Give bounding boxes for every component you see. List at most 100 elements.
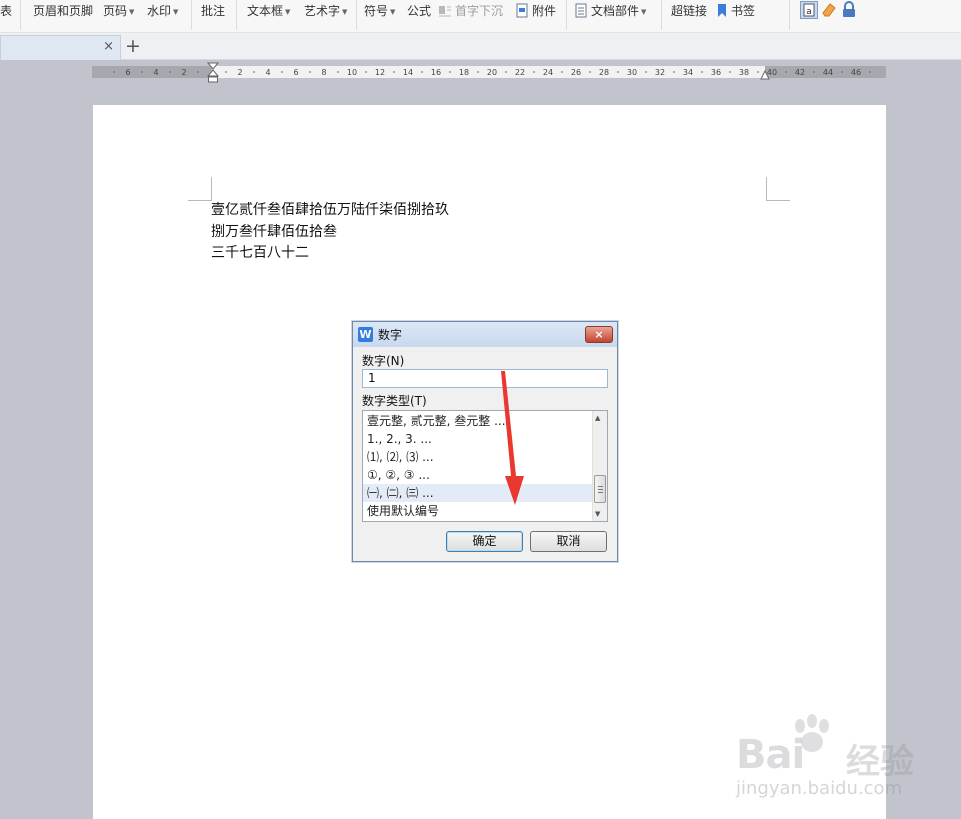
formula-button[interactable]: 公式 (407, 0, 431, 22)
document-line[interactable]: 壹亿贰仟叁佰肆拾伍万陆仟柒佰捌拾玖 (211, 199, 449, 221)
ribbon-toolbar: 表 页眉和页脚 页码 ▼ 水印 ▼ 批注 文本框 ▼ 艺术字 ▼ 符号 ▼ 公式 首字下沉… (0, 0, 961, 33)
separator (566, 0, 567, 30)
separator (661, 0, 662, 30)
dropdown-caret-icon: ▼ (173, 8, 179, 16)
document-line[interactable]: 三千七百八十二 (211, 242, 309, 264)
dropdown-caret-icon: ▼ (285, 8, 291, 16)
number-input[interactable]: 1 (362, 369, 608, 388)
margin-corner-mark (766, 177, 790, 201)
ruler-label: 18 (459, 68, 469, 77)
ruler-label: 36 (711, 68, 721, 77)
cancel-button[interactable]: 取消 (530, 531, 607, 552)
ruler-label: 6 (293, 68, 298, 77)
document-tab[interactable]: × (0, 35, 121, 60)
header-footer-button[interactable]: 页眉和页脚 (33, 0, 93, 22)
drop-cap-icon (439, 6, 451, 17)
watermark-url: jingyan.baidu.com (736, 778, 903, 799)
right-indent-marker-icon[interactable] (760, 68, 770, 80)
dialog-title-bar[interactable]: W 数字 × (353, 322, 617, 347)
ruler-label: 12 (375, 68, 385, 77)
watermark-brand-cn: 经验 (846, 742, 914, 782)
ruler-label: 8 (321, 68, 326, 77)
number-type-label: 数字类型(T) (362, 394, 427, 408)
ruler-label: 2 (237, 68, 242, 77)
dropdown-caret-icon: ▼ (641, 8, 647, 16)
attachment-button[interactable]: 附件 (515, 0, 556, 22)
separator (789, 0, 790, 30)
ruler-label: 42 (795, 68, 805, 77)
ruler-label: 30 (627, 68, 637, 77)
svg-text:a: a (806, 7, 812, 17)
margin-corner-mark (188, 177, 212, 201)
ruler-label: 4 (265, 68, 270, 77)
eraser-button[interactable] (821, 1, 837, 23)
ruler-label: 20 (487, 68, 497, 77)
list-item[interactable]: ⑴, ⑵, ⑶ ... (363, 448, 592, 466)
separator (191, 0, 192, 30)
new-tab-button[interactable]: + (125, 35, 141, 57)
dialog-title: 数字 (378, 328, 403, 342)
ruler-label: 32 (655, 68, 665, 77)
dialog-close-button[interactable]: × (585, 326, 613, 343)
eraser-icon (822, 3, 836, 17)
number-dialog: W 数字 × 数字(N) 1 数字类型(T) 壹元整, 贰元整, 叁元整 ...… (352, 321, 618, 562)
number-type-list[interactable]: 壹元整, 贰元整, 叁元整 ... 1., 2., 3. ... ⑴, ⑵, ⑶… (362, 410, 608, 522)
textbox-button[interactable]: 文本框 ▼ (247, 0, 290, 22)
ruler-label: 26 (571, 68, 581, 77)
dropdown-caret-icon: ▼ (342, 8, 348, 16)
ruler-label: 24 (543, 68, 553, 77)
page-number-button[interactable]: 页码 ▼ (103, 0, 134, 22)
ruler-label: 4 (153, 68, 158, 77)
comment-button[interactable]: 批注 (201, 0, 225, 22)
ruler-label: 28 (599, 68, 609, 77)
wps-logo-icon: W (358, 327, 373, 342)
ruler-label: 10 (347, 68, 357, 77)
scroll-thumb[interactable] (594, 475, 606, 503)
scroll-up-icon[interactable]: ▲ (595, 414, 600, 422)
list-item-selected[interactable]: ㈠, ㈡, ㈢ ... (363, 484, 592, 502)
watermark-button[interactable]: 水印 ▼ (147, 0, 178, 22)
separator (20, 0, 21, 30)
list-item[interactable]: 壹元整, 贰元整, 叁元整 ... (363, 412, 592, 430)
ruler-label: 34 (683, 68, 693, 77)
bookmark-icon (718, 4, 726, 17)
dropdown-caret-icon: ▼ (129, 8, 135, 16)
document-tab-strip: × (0, 33, 961, 60)
form-field-icon: a (800, 1, 818, 19)
form-field-button[interactable]: a (800, 1, 818, 23)
hyperlink-button[interactable]: 超链接 (671, 0, 707, 22)
list-scrollbar[interactable]: ▲ ▼ (592, 411, 607, 521)
symbol-button[interactable]: 符号 ▼ (364, 0, 395, 22)
ok-button[interactable]: 确定 (446, 531, 523, 552)
document-line[interactable]: 捌万叁仟肆佰伍拾叁 (211, 221, 337, 243)
ruler-label: 16 (431, 68, 441, 77)
ruler-label: 46 (851, 68, 861, 77)
bookmark-button[interactable]: 书签 (716, 0, 755, 22)
indent-marker-icon[interactable] (207, 62, 219, 84)
lock-icon (843, 1, 855, 17)
attachment-icon (516, 3, 528, 18)
ruler-label: 44 (823, 68, 833, 77)
ruler-label: 22 (515, 68, 525, 77)
number-label: 数字(N) (362, 354, 405, 368)
separator (356, 0, 357, 30)
ruler-label: 38 (739, 68, 749, 77)
wordart-button[interactable]: 艺术字 ▼ (304, 0, 347, 22)
watermark-brand: Bai (736, 732, 805, 778)
dropdown-caret-icon: ▼ (390, 8, 396, 16)
baidu-watermark: Bai 经验 jingyan.baidu.com (728, 714, 918, 804)
list-item[interactable]: ①, ②, ③ ... (363, 466, 592, 484)
scroll-down-icon[interactable]: ▼ (595, 510, 600, 518)
separator (236, 0, 237, 30)
ruler-label: 6 (125, 68, 130, 77)
doc-parts-button[interactable]: 文档部件 ▼ (574, 0, 646, 22)
list-item[interactable]: 1., 2., 3. ... (363, 430, 592, 448)
doc-parts-icon (575, 3, 587, 18)
table-menu[interactable]: 表 (0, 0, 12, 22)
list-item[interactable]: 使用默认编号 (363, 502, 592, 520)
drop-cap-button[interactable]: 首字下沉 (438, 0, 503, 22)
close-tab-icon[interactable]: × (103, 39, 114, 54)
protect-button[interactable] (841, 1, 857, 23)
ruler-label: 14 (403, 68, 413, 77)
ruler-label: 2 (181, 68, 186, 77)
